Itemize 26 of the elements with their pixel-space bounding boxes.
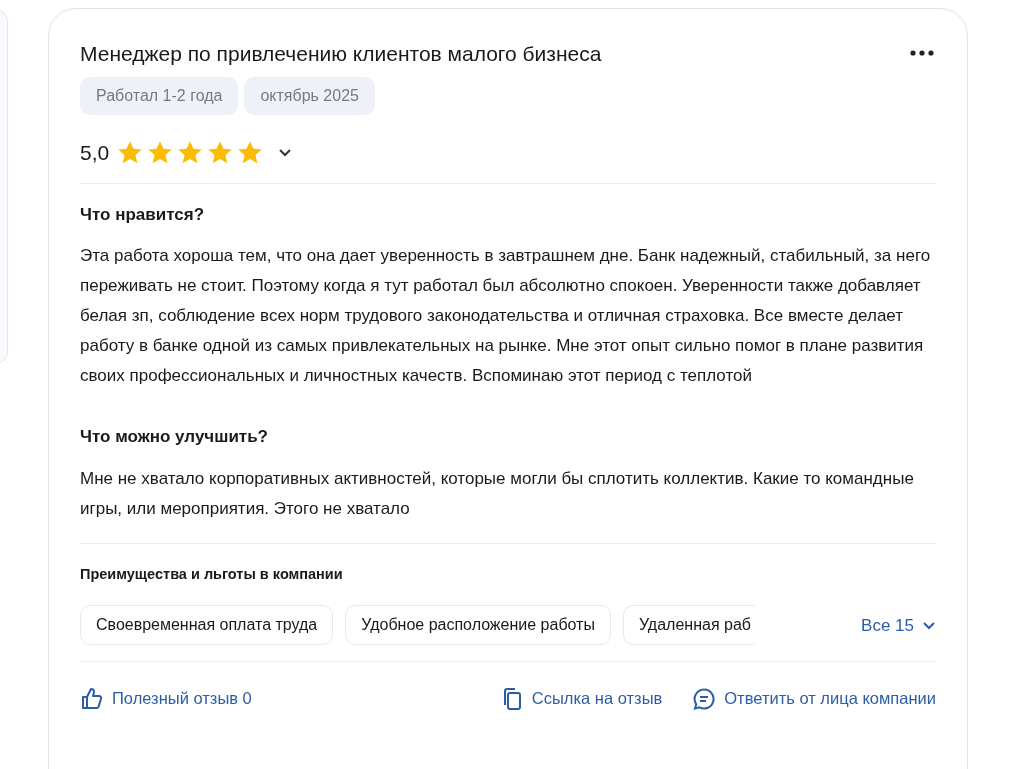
star-icon	[207, 140, 234, 166]
chat-icon	[692, 686, 717, 711]
review-text: Эта работа хороша тем, что она дает уверенность в завтрашнем дне. Банк надежный, стабильный, за него переживать не стоит. Поэтому когда я тут работал был абсолютно спокоен. Уверенности также добавляет белая зп, соблюдение всех норм трудового законодательства и отличная страховка. Все вместе делает работу в банке одной из самых привлекательных на рынке. Мне этот опыт сильно помог в плане развития своих профессиональных и личностных качеств. Вспоминаю этот период с теплотой	[80, 245, 932, 387]
action-link[interactable]: Ответить от лица компании	[692, 686, 936, 711]
action-link[interactable]: Полезный отзыв 0	[80, 686, 252, 711]
section-heading: Что нравится?	[80, 203, 206, 226]
thumbs-up-icon	[80, 686, 104, 711]
chevron-icon	[922, 620, 936, 630]
chevron-icon	[278, 148, 293, 158]
star-icon	[117, 140, 144, 166]
star-icon	[237, 140, 264, 166]
review-text: Мне не хватало корпоративных активностей, которые могли бы сплотить коллектив. Какие то командные игры, или мероприятия. Этого не хватало	[80, 467, 915, 520]
action-link[interactable]: Ссылка на отзыв	[499, 686, 663, 711]
benefit-chip: Удобное расположение работы	[345, 605, 611, 646]
more-icon	[909, 50, 935, 56]
tag: Работал 1-2 года	[80, 77, 239, 115]
star-icon	[177, 140, 204, 166]
section-heading: Что можно улучшить?	[80, 426, 269, 448]
show-all-button[interactable]: Все 15	[861, 612, 936, 638]
rating-value: 5,0	[80, 140, 110, 166]
benefit-chip: Своевременная оплата труда	[80, 605, 334, 646]
tag: октябрь 2025	[244, 77, 375, 115]
star-icon	[147, 140, 174, 166]
benefit-chip: Удаленная раб	[622, 605, 755, 646]
review-title: Менеджер по привлечению клиентов малого бизнеса	[80, 41, 602, 67]
benefits-heading: Преимущества и льготы в компании	[80, 564, 344, 584]
